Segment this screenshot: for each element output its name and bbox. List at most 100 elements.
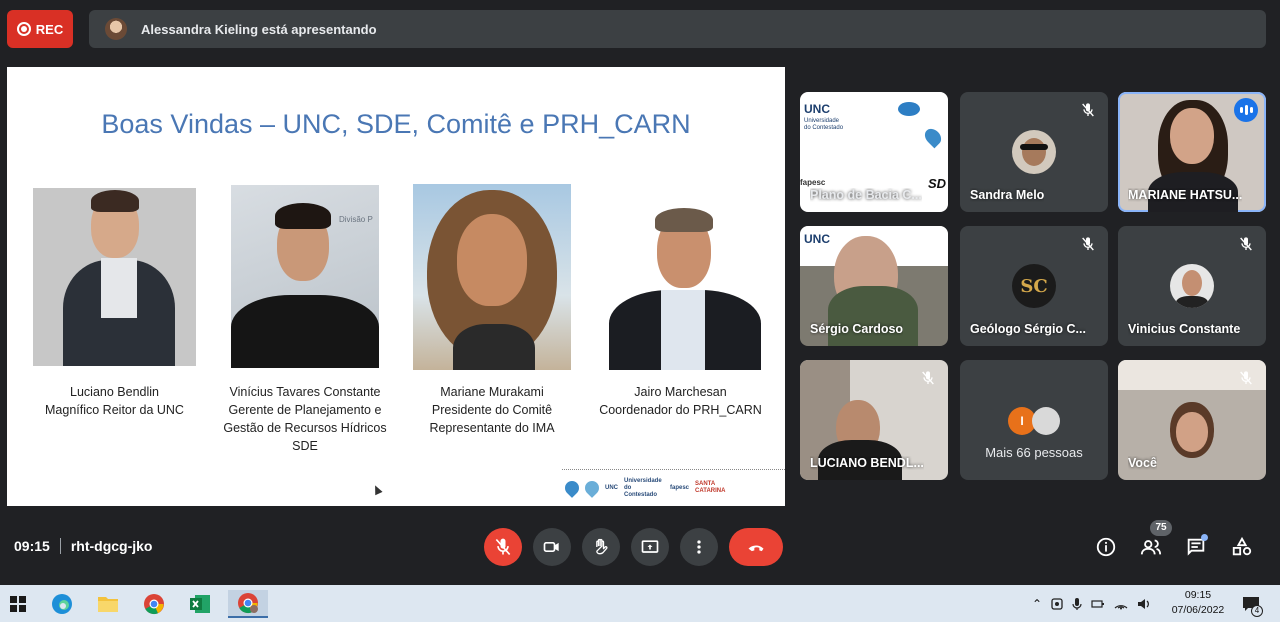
comite-logo <box>562 478 582 498</box>
caption-line: Coordenador do PRH_CARN <box>599 403 762 417</box>
recording-indicator[interactable]: REC <box>7 10 73 48</box>
speaking-indicator-icon <box>1234 98 1258 122</box>
participant-name: Você <box>1128 456 1157 470</box>
caption-line: SDE <box>292 439 318 453</box>
people-button[interactable] <box>1139 535 1163 559</box>
participant-name: Sérgio Cardoso <box>810 322 904 336</box>
taskbar-edge[interactable] <box>44 590 80 618</box>
presentation-slide: Boas Vindas – UNC, SDE, Comitê e PRH_CAR… <box>7 67 785 506</box>
caption-vinicius: Vinícius Tavares Constante Gerente de Pl… <box>207 383 403 455</box>
mic-off-icon <box>495 538 511 556</box>
avatar: SC <box>1012 264 1056 308</box>
caption-line: Jairo Marchesan <box>634 385 727 399</box>
avatar <box>1012 130 1056 174</box>
muted-mic-icon <box>1238 236 1254 252</box>
chevron-up-icon[interactable]: ⌃ <box>1032 597 1042 611</box>
chrome-icon <box>144 594 164 615</box>
volume-icon[interactable] <box>1137 598 1151 610</box>
muted-mic-icon <box>1080 236 1096 252</box>
muted-mic-icon <box>1080 102 1096 118</box>
participant-tile-self[interactable]: Você <box>1118 360 1266 480</box>
participant-tile[interactable]: UNC Universidade do Contestado SD fapesc … <box>800 92 948 212</box>
battery-icon[interactable] <box>1091 598 1105 610</box>
muted-mic-icon <box>920 370 936 386</box>
taskbar-chrome-meet[interactable] <box>228 590 268 618</box>
caption-line: Mariane Murakami <box>440 385 544 399</box>
meeting-details-button[interactable] <box>1094 535 1118 559</box>
thumb-brand: UNC <box>804 102 830 116</box>
participant-tile-active[interactable]: MARIANE HATSU... <box>1118 92 1266 212</box>
caption-mariane: Mariane Murakami Presidente do Comitê Re… <box>407 383 577 437</box>
chrome-profile-icon <box>238 593 258 614</box>
presenter-banner: Alessandra Kieling está apresentando <box>89 10 1266 48</box>
taskbar-chrome[interactable] <box>136 590 172 618</box>
sc-logo: SANTA CATARINA <box>695 481 726 494</box>
photo-mariane <box>413 184 571 370</box>
activities-button[interactable] <box>1230 535 1254 559</box>
participant-chip-avatar <box>1032 406 1060 435</box>
present-icon <box>641 540 659 553</box>
photo-vinicius: Divisão P <box>231 185 379 368</box>
thumb-brand: UNC <box>804 232 830 246</box>
people-icon <box>1140 539 1162 555</box>
raise-hand-button[interactable] <box>582 528 620 566</box>
participant-tile[interactable]: SC Geólogo Sérgio C... <box>960 226 1108 346</box>
caption-line: Luciano Bendlin <box>70 385 159 399</box>
windows-taskbar: ⌃ 4 <box>0 585 1280 622</box>
meeting-info: 09:15 rht-dgcg-jko <box>14 538 152 554</box>
recording-label: REC <box>35 21 64 37</box>
info-icon <box>1096 537 1116 557</box>
record-icon <box>16 22 31 36</box>
unc-name: Universidade do Contestado <box>624 477 662 498</box>
wifi-icon[interactable] <box>1114 598 1128 610</box>
participant-tile[interactable]: Sandra Melo <box>960 92 1108 212</box>
fapesc-logo: fapesc <box>670 484 690 491</box>
participant-tile[interactable]: Vinicius Constante <box>1118 226 1266 346</box>
photo-jairo <box>603 206 764 370</box>
avatar <box>1170 264 1214 308</box>
camera-toggle-button[interactable] <box>533 528 571 566</box>
muted-mic-icon <box>920 236 936 252</box>
clock-date: 07/06/2022 <box>1171 604 1225 616</box>
taskbar-excel[interactable] <box>182 590 218 618</box>
slide-title: Boas Vindas – UNC, SDE, Comitê e PRH_CAR… <box>101 109 691 139</box>
more-vert-icon <box>697 540 701 554</box>
camera-icon <box>543 542 559 552</box>
caption-line: Gestão de Recursos Hídricos <box>223 421 387 435</box>
more-participants-tile[interactable]: I Mais 66 pessoas <box>960 360 1108 480</box>
meet-tray-icon[interactable] <box>1051 597 1063 611</box>
excel-icon <box>190 595 210 613</box>
microphone-icon[interactable] <box>1072 597 1082 611</box>
meet-window: REC Alessandra Kieling está apresentando… <box>0 0 1280 585</box>
divider <box>59 538 61 554</box>
start-button[interactable] <box>0 590 36 618</box>
caption-line: Magnífico Reitor da UNC <box>45 403 184 417</box>
participant-tile[interactable]: UNC Sérgio Cardoso <box>800 226 948 346</box>
thumb-fapesc: fapesc <box>800 178 826 187</box>
unc-logo: UNC <box>605 484 618 491</box>
taskbar-clock[interactable]: 09:15 07/06/2022 <box>1168 588 1228 618</box>
system-tray: ⌃ <box>1032 585 1151 622</box>
meeting-time: 09:15 <box>14 538 50 554</box>
activities-icon <box>1232 536 1252 556</box>
leave-call-button[interactable] <box>729 528 783 566</box>
participant-name: MARIANE HATSU... <box>1128 188 1243 202</box>
taskbar-file-explorer[interactable] <box>90 590 126 618</box>
thumb-sd: SD <box>927 176 946 191</box>
hang-up-icon <box>748 545 764 552</box>
more-options-button[interactable] <box>680 528 718 566</box>
notification-count: 4 <box>1251 605 1263 617</box>
participants-count-badge: 75 <box>1150 520 1172 536</box>
present-screen-button[interactable] <box>631 528 669 566</box>
chat-unread-dot <box>1201 534 1208 541</box>
windows-icon <box>10 596 26 612</box>
caption-jairo: Jairo Marchesan Coordenador do PRH_CARN <box>589 383 772 419</box>
participant-name: Geólogo Sérgio C... <box>970 322 1086 336</box>
mic-toggle-button[interactable] <box>484 528 522 566</box>
more-participants-label: Mais 66 pessoas <box>985 444 1083 460</box>
participant-tile[interactable]: LUCIANO BENDL... <box>800 360 948 480</box>
notifications-button[interactable]: 4 <box>1242 585 1263 622</box>
caption-line: Presidente do Comitê <box>431 403 553 417</box>
edge-icon <box>52 594 72 614</box>
hand-icon <box>596 538 608 555</box>
